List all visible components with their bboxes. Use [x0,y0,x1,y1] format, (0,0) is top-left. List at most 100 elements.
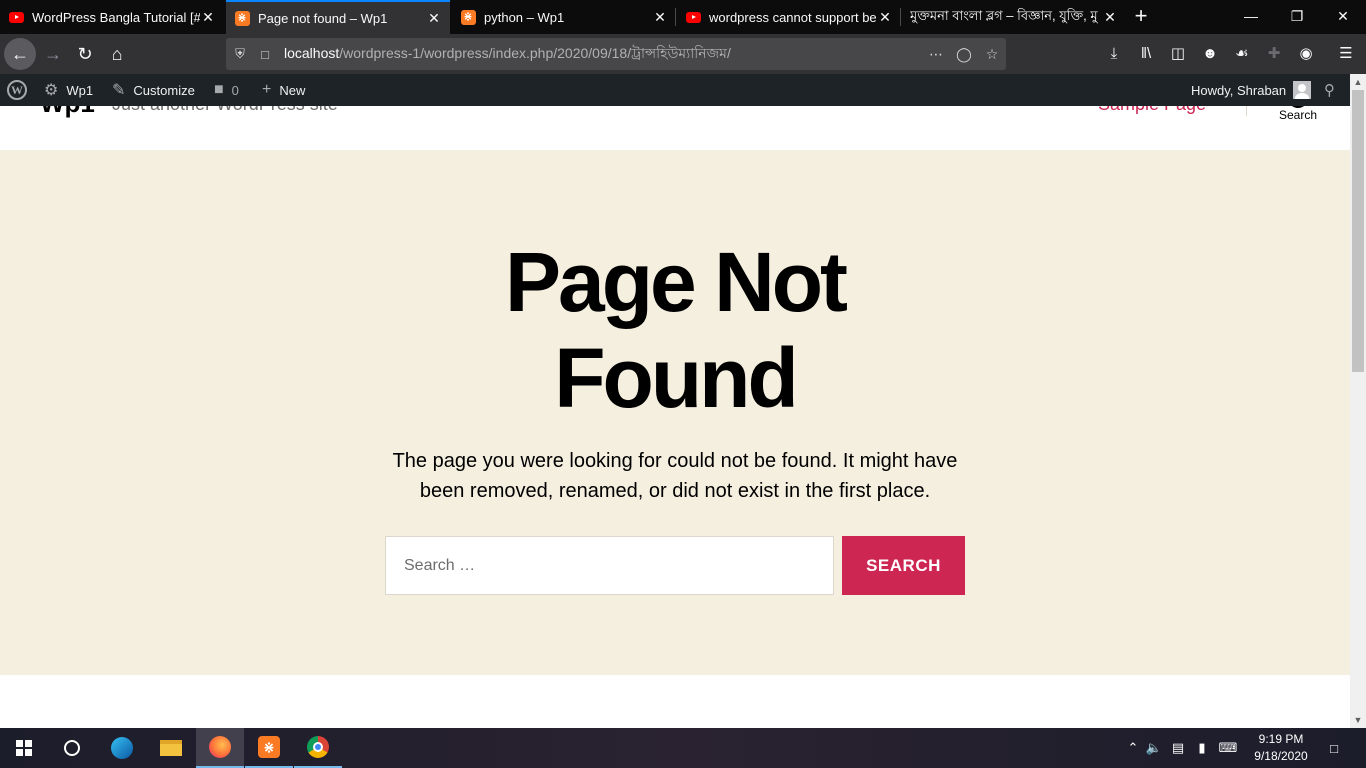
tab-separator [675,8,676,26]
chevron-up-icon[interactable]: ⌃ [1124,740,1142,756]
cortana-button[interactable] [48,728,96,768]
grammarly-icon[interactable]: ◉ [1296,44,1316,64]
scroll-down-arrow-icon[interactable]: ▼ [1350,712,1366,728]
tab-wordpress-bangla-tutorial[interactable]: WordPress Bangla Tutorial [#8] ✕ [0,0,224,34]
plus-icon: + [262,81,272,98]
volume-icon[interactable]: 🔈 [1142,740,1166,756]
site-header: Wp1 Just another WordPress site Sample P… [0,106,1350,150]
url-host: localhost [284,45,340,61]
header-divider [1246,106,1247,116]
tab-close-icon[interactable]: ✕ [200,9,216,26]
downloads-icon[interactable]: ⤓ [1104,44,1124,64]
bookmark-star-icon[interactable]: ☆ [978,46,1006,63]
url-path: /wordpress-1/wordpress/index.php/2020/09… [339,45,731,61]
tab-close-icon[interactable]: ✕ [877,9,893,26]
search-toggle-button[interactable]: Search [1268,106,1328,128]
tab-close-icon[interactable]: ✕ [1102,9,1118,26]
tab-python[interactable]: ⋇ python – Wp1 ✕ [452,0,676,34]
page-below-section [0,675,1350,728]
admin-my-account[interactable]: Howdy, Shraban [1191,74,1312,106]
search-toggle-label: Search [1278,108,1318,122]
site-title[interactable]: Wp1 [40,106,95,119]
page-actions-icon[interactable]: ⋯ [922,46,950,63]
back-button[interactable]: ← [4,38,36,70]
notification-center-button[interactable]: □ [1322,728,1346,768]
restore-icon[interactable]: ❐ [1274,0,1320,34]
scrollbar-thumb[interactable] [1352,90,1364,372]
tab-title: Page not found – Wp1 [258,10,388,26]
account-icon[interactable]: ☻ [1200,44,1220,64]
xampp-icon: ⋇ [460,9,476,25]
comments-count: 0 [231,82,239,98]
comment-icon: ■ [214,81,224,98]
new-tab-button[interactable]: + [1126,0,1156,34]
admin-site-name[interactable]: ⚙ Wp1 [44,74,93,106]
notification-icon: □ [1330,740,1338,756]
search-icon: ⚲ [1324,82,1335,99]
search-submit-button[interactable]: SEARCH [842,536,965,595]
page-viewport: Wp1 Just another WordPress site Sample P… [0,106,1350,728]
nav-item-sample-page[interactable]: Sample Page [1098,106,1206,115]
sidebar-icon[interactable]: ◫ [1168,44,1188,64]
tab-close-icon[interactable]: ✕ [652,9,668,26]
taskbar-xampp[interactable]: ⋇ [245,728,293,768]
youtube-icon [8,9,24,25]
not-found-section: Page Not Found The page you were looking… [0,150,1350,675]
keyboard-icon[interactable]: ⌨ [1214,740,1242,756]
tab-page-not-found[interactable]: ⋇ Page not found – Wp1 ✕ [226,0,450,34]
admin-customize[interactable]: ✎ Customize [112,74,195,106]
taskbar-chrome[interactable] [294,728,342,768]
extension-icon[interactable]: ✚ [1264,44,1284,64]
firefox-icon [209,736,231,758]
start-button[interactable] [0,728,48,768]
minimize-icon[interactable]: — [1228,0,1274,34]
window-close-icon[interactable]: ✕ [1320,0,1366,34]
network-icon[interactable]: ▤ [1166,740,1190,756]
pocket-icon[interactable]: ◯ [950,46,978,63]
home-button[interactable]: ⌂ [101,38,133,70]
browser-toolbar: ← → ↻ ⌂ ⛨ □ localhost/wordpress-1/wordpr… [0,34,1366,74]
battery-icon[interactable]: ▮ [1190,740,1214,756]
dashboard-icon: ⚙ [44,82,59,99]
tab-wordpress-cannot-support[interactable]: wordpress cannot support ben ✕ [677,0,901,34]
search-input[interactable] [385,536,834,595]
tab-close-icon[interactable]: ✕ [426,10,442,27]
folder-icon [160,740,182,756]
clock-time: 9:19 PM [1258,732,1304,746]
shield-icon[interactable]: ⛨ [226,46,254,62]
tab-title: মুক্তমনা বাংলা ব্লগ – বিজ্ঞান, যুক্তি, ম… [910,7,1098,23]
tab-muktomona-blog[interactable]: মুক্তমনা বাংলা ব্লগ – বিজ্ঞান, যুক্তি, ম… [902,0,1126,34]
howdy-label: Howdy, Shraban [1191,82,1287,98]
youtube-icon [685,9,701,25]
url-bar[interactable]: ⛨ □ localhost/wordpress-1/wordpress/inde… [226,38,1006,70]
menu-icon[interactable]: ☰ [1336,44,1356,64]
wp-logo-menu[interactable]: W [7,74,27,106]
tab-separator [900,8,901,26]
page-title: Page Not Found [375,234,975,426]
new-label: New [279,82,306,98]
reload-button[interactable]: ↻ [69,38,101,70]
admin-comments[interactable]: ■ 0 [214,74,239,106]
forward-button[interactable]: → [37,38,69,70]
cortana-icon [64,740,80,756]
page-scrollbar[interactable]: ▲ ▼ [1350,74,1366,728]
scroll-up-arrow-icon[interactable]: ▲ [1350,74,1366,90]
taskbar-file-explorer[interactable] [147,728,195,768]
taskbar-clock[interactable]: 9:19 PM 9/18/2020 [1244,731,1318,765]
xampp-icon: ⋇ [234,10,250,26]
admin-search-icon[interactable]: ⚲ [1324,74,1335,106]
library-icon[interactable]: ‖\ [1136,44,1156,64]
page-info-icon[interactable]: □ [254,47,276,62]
page-title-line2: Found [554,331,799,425]
url-text[interactable]: localhost/wordpress-1/wordpress/index.ph… [284,42,922,66]
tab-title: python – Wp1 [484,9,565,25]
taskbar-edge[interactable] [98,728,146,768]
container-icon[interactable]: ☙ [1232,44,1252,64]
site-name-label: Wp1 [66,82,94,98]
admin-new[interactable]: + New [262,74,305,106]
wp-admin-bar: W ⚙ Wp1 ✎ Customize ■ 0 + New Howdy, Shr… [0,74,1350,106]
edge-icon [111,737,133,759]
taskbar-firefox[interactable] [196,728,244,768]
tab-title: WordPress Bangla Tutorial [#8] [32,9,200,25]
clock-date: 9/18/2020 [1254,749,1308,763]
